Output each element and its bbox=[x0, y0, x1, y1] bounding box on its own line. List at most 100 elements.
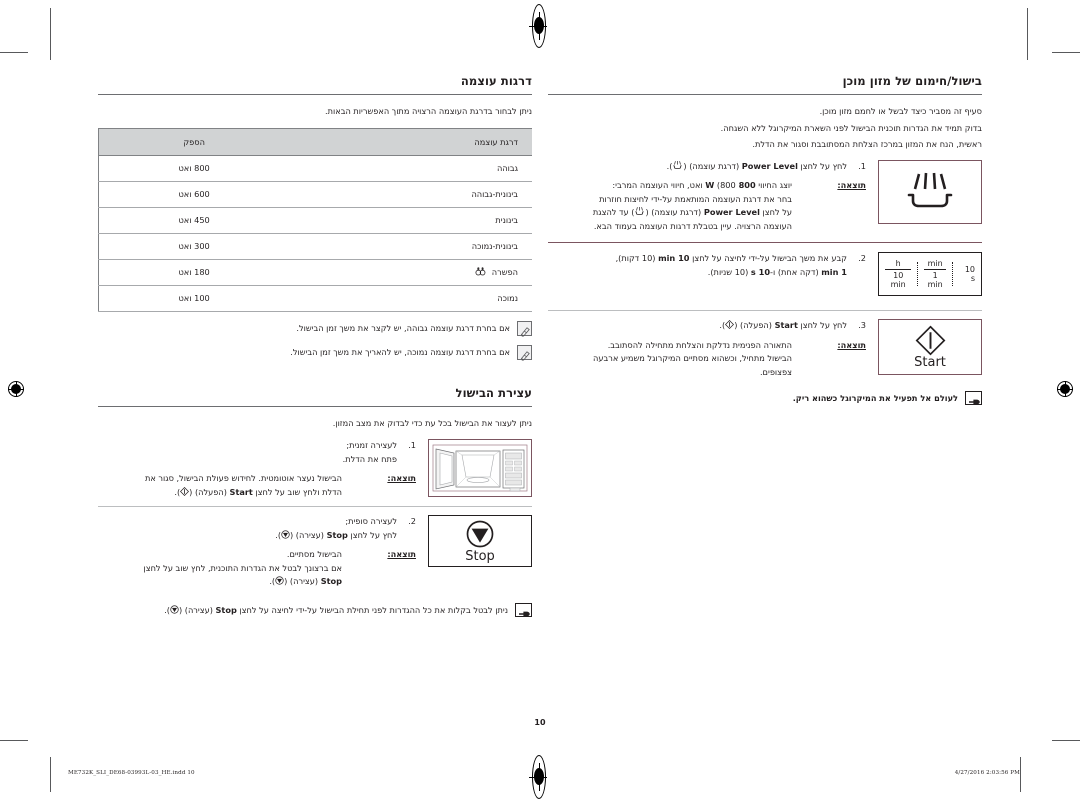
stop-icon bbox=[466, 520, 494, 547]
right-column: בישול/חימום של מזון מוכן סעיף זה מסביר כ… bbox=[548, 74, 982, 405]
pointing-hand-icon bbox=[965, 391, 982, 405]
cell-level-label: הפשרה bbox=[491, 266, 518, 277]
result-line-4: העוצמה הרצויה. עיין בטבלת דרגות העוצמה ב… bbox=[593, 220, 792, 231]
result-line-2: הבישול מתחיל, וכשהוא מסתיים המיקרוגל משמ… bbox=[593, 353, 792, 363]
power-levels-table: דרגת עוצמה הספק גבוהה 800 ואט בינונית-גב… bbox=[98, 127, 532, 312]
cooking-final-note: לעולם אל תפעיל את המיקרוגל כשהוא ריק. bbox=[548, 391, 982, 405]
result-line-2: אם ברצונך לבטל את הגדרות התוכנית, לחץ שו… bbox=[143, 562, 342, 573]
step-number-spacer bbox=[403, 453, 416, 467]
pointing-hand-icon bbox=[515, 602, 532, 617]
manual-page: דרגות עוצמה ניתן לבחור בדרגת העוצמה הרצו… bbox=[0, 0, 1080, 792]
table-row: בינונית 450 ואט bbox=[98, 207, 532, 234]
power-level-inline-icon bbox=[634, 207, 645, 217]
table-row: גבוהה 800 ואט bbox=[98, 155, 532, 182]
cell-level: בינונית-גבוהה bbox=[289, 181, 532, 208]
step-line: 1. לעצירה זמנית; bbox=[98, 439, 416, 453]
result-line-3: על לחצן Power Level (דרגת עוצמה) () עד ל… bbox=[592, 207, 792, 217]
timer-figure: h 10 min min 1 min 10 s bbox=[878, 252, 982, 296]
step-text: לחץ על לחצן Start (הפעלה) (). bbox=[719, 320, 847, 330]
step-1-result: תוצאה: יוצג החיווי 800 W (800 ואט, חיווי… bbox=[548, 179, 866, 233]
power-level-inline-icon bbox=[672, 160, 683, 171]
stop-step-2-body: 2. לעצירה סופית; לחץ על לחצן Stop (עצירה… bbox=[98, 515, 416, 589]
table-row: נמוכה 100 ואט bbox=[98, 285, 532, 312]
start-diamond-icon bbox=[725, 320, 735, 330]
microwave-open-door-figure bbox=[428, 439, 532, 497]
cook-step-1: 1. לחץ על לחצן Power Level (דרגת עוצמה) … bbox=[548, 159, 982, 234]
power-level-figure-wrap bbox=[878, 159, 982, 224]
step-divider bbox=[98, 506, 532, 507]
cooking-heading: בישול/חימום של מזון מוכן bbox=[842, 74, 982, 88]
cook-step-2-body: 2. קבע את משך הבישול על-ידי לחיצה על לחצ… bbox=[548, 252, 866, 279]
power-levels-intro: ניתן לבחור בדרגת העוצמה הרצויה מתוך האפש… bbox=[325, 106, 532, 116]
step-number: 1. bbox=[408, 440, 416, 450]
step-line: 1 min (דקה אחת) ו-10 s (10 שניות). bbox=[548, 266, 866, 280]
start-icon bbox=[915, 325, 945, 355]
result-label: תוצאה: bbox=[387, 549, 416, 559]
cook-step-3: Start 3. לחץ על לחצן Start (הפעלה) (). ת… bbox=[548, 319, 982, 379]
stop-cooking-intro: ניתן לעצור את הבישול בכל עת כדי לבדוק את… bbox=[332, 417, 532, 428]
cell-level: נמוכה bbox=[289, 285, 532, 312]
result-label: תוצאה: bbox=[837, 180, 866, 190]
note-text: אם בחרת דרגת עוצמה גבוהה, יש לקצר את משך… bbox=[296, 322, 510, 333]
stop-step-1: 1. לעצירה זמנית; פתח את הדלת. תוצאה: הבי… bbox=[98, 439, 532, 499]
step-text: לחץ על לחצן Power Level (דרגת עוצמה) (). bbox=[666, 160, 847, 171]
table-row: בינונית-גבוהה 600 ואט bbox=[98, 181, 532, 208]
stop-cooking-heading: עצירת הבישול bbox=[455, 385, 532, 400]
power-levels-heading: דרגות עוצמה bbox=[460, 74, 532, 88]
result-label: תוצאה: bbox=[387, 473, 416, 483]
cell-level-defrost: הפשרה bbox=[289, 259, 532, 286]
left-column: דרגות עוצמה ניתן לבחור בדרגת העוצמה הרצו… bbox=[98, 74, 532, 617]
step-line: 2. לעצירה סופית; bbox=[98, 515, 416, 529]
stop-final-note: ניתן לבטל בקלות את כל ההגדרות לפני תחילת… bbox=[98, 602, 532, 617]
stop-heading-divider bbox=[98, 405, 532, 407]
cook-step-divider-1 bbox=[548, 242, 982, 243]
note-text: ניתן לבטל בקלות את כל ההגדרות לפני תחילת… bbox=[164, 604, 508, 615]
step-text: קבע את משך הבישול על-ידי לחיצה על לחצן 1… bbox=[615, 253, 847, 263]
cook-step-2: h 10 min min 1 min 10 s 2. קבע את משך הב… bbox=[548, 252, 982, 296]
step-line: 3. לחץ על לחצן Start (הפעלה) (). bbox=[548, 319, 866, 333]
microwave-open-door-icon bbox=[432, 444, 528, 492]
step-number: 3. bbox=[858, 320, 866, 330]
cook-step-3-body: 3. לחץ על לחצן Start (הפעלה) (). תוצאה: … bbox=[548, 319, 866, 379]
page-number: 10 bbox=[534, 718, 546, 727]
defrost-icon bbox=[475, 266, 486, 279]
step-1-result: תוצאה: הבישול נעצר אוטומטית. לחידוש פעול… bbox=[98, 472, 416, 499]
stop-step-1-body: 1. לעצירה זמנית; פתח את הדלת. תוצאה: הבי… bbox=[98, 439, 416, 499]
result-line-3: Stop (עצירה) (). bbox=[269, 576, 342, 586]
result-line-1: יוצג החיווי 800 W (800 ואט, חיווי העוצמה… bbox=[612, 180, 792, 190]
step-text: 1 min (דקה אחת) ו-10 s (10 שניות). bbox=[707, 266, 847, 277]
stop-button-label: Stop bbox=[465, 548, 495, 564]
stop-small-icon bbox=[281, 529, 290, 540]
step-number-spacer bbox=[853, 266, 866, 280]
footer-filename: ME732K_SLI_DE68-03993L-03_HE.indd 10 bbox=[68, 770, 195, 776]
step-line: 2. קבע את משך הבישול על-ידי לחיצה על לחצ… bbox=[548, 252, 866, 266]
step-number-spacer bbox=[403, 529, 416, 543]
cell-power: 300 ואט bbox=[98, 233, 290, 260]
note-icon bbox=[517, 344, 532, 361]
start-diamond-icon bbox=[180, 486, 190, 497]
step-3-result: תוצאה: התאורה הפנימית נדלקת והצלחת מתחיל… bbox=[548, 339, 866, 380]
note-high-power: אם בחרת דרגת עוצמה גבוהה, יש לקצר את משך… bbox=[98, 320, 532, 337]
start-button-figure: Start bbox=[878, 319, 982, 375]
cell-power: 800 ואט bbox=[98, 155, 290, 182]
result-line-1: הבישול מסתיים. bbox=[286, 549, 342, 559]
timer-sec-group: 10 s bbox=[964, 265, 975, 283]
result-line-2: בחר את דרגת העוצמה המותאמת על-ידי לחיצות… bbox=[599, 193, 792, 204]
result-text: התאורה הפנימית נדלקת והצלחת מתחילה להסתו… bbox=[548, 339, 792, 380]
result-label: תוצאה: bbox=[837, 339, 866, 350]
footer-timestamp: 4/27/2016 2:03:56 PM bbox=[954, 770, 1020, 776]
timer-hour-bottom: 10 min bbox=[890, 271, 906, 289]
heading-divider bbox=[98, 94, 532, 95]
stop-figure-wrap: Stop bbox=[428, 515, 532, 567]
timer-min-bottom: 1 min bbox=[927, 271, 943, 289]
step-number: 1. bbox=[858, 160, 866, 171]
cell-level: גבוהה bbox=[289, 155, 532, 182]
step-text: לעצירה סופית; bbox=[345, 516, 397, 526]
note-text: לעולם אל תפעיל את המיקרוגל כשהוא ריק. bbox=[792, 393, 958, 403]
timer-min-top: min bbox=[924, 259, 946, 270]
timer-hour-top: h bbox=[885, 259, 912, 270]
step-number: 2. bbox=[408, 516, 416, 526]
result-text: הבישול מסתיים. אם ברצונך לבטל את הגדרות … bbox=[98, 548, 342, 589]
microwave-figure-wrap bbox=[428, 439, 532, 497]
stop-small-icon bbox=[170, 604, 179, 615]
